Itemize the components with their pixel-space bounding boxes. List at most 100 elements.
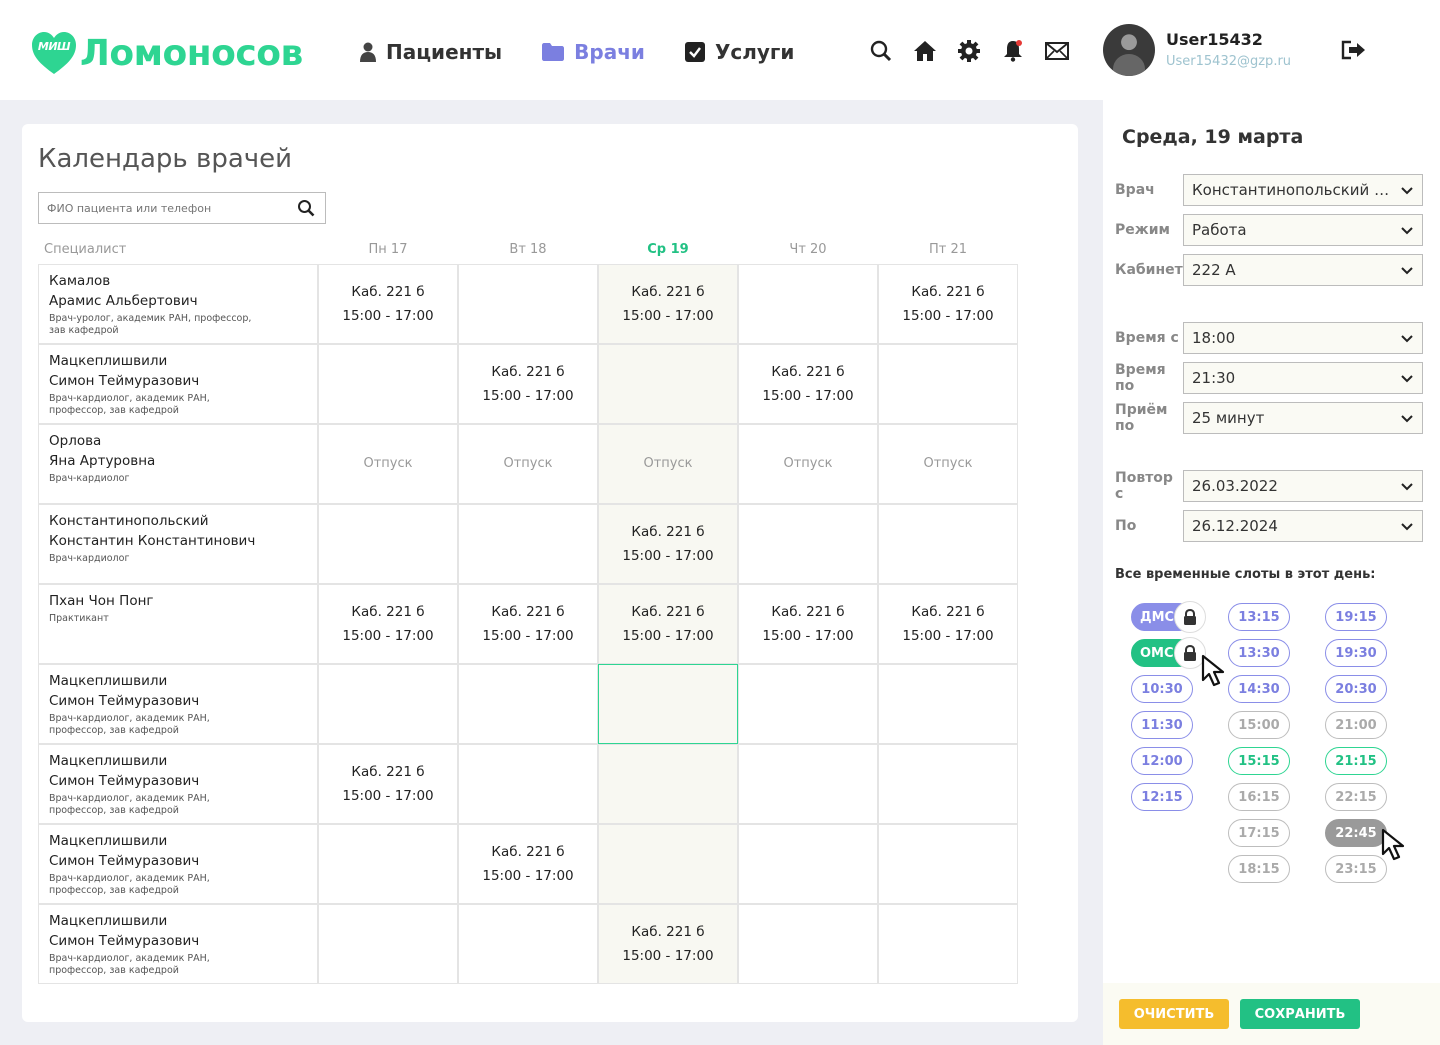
specialist-cell[interactable]: Мацкеплишвили Симон Теймуразович Врач-кар… [38, 744, 318, 824]
time-slot[interactable]: 15:15 [1228, 747, 1290, 775]
field-select[interactable]: 26.12.2024 [1183, 510, 1423, 542]
time-slot[interactable]: 18:15 [1228, 855, 1290, 883]
time-slot[interactable]: 16:15 [1228, 783, 1290, 811]
logo[interactable]: МИШ Ломоносов [30, 30, 303, 76]
field-select[interactable]: 21:30 [1183, 362, 1423, 394]
empty-cell[interactable] [458, 264, 598, 344]
schedule-cell[interactable]: Каб. 221 б 15:00 - 17:00 [878, 264, 1018, 344]
empty-cell[interactable] [878, 744, 1018, 824]
avatar[interactable] [1103, 24, 1155, 76]
empty-cell[interactable] [878, 824, 1018, 904]
empty-cell[interactable] [738, 904, 878, 984]
schedule-cell[interactable]: Каб. 221 б 15:00 - 17:00 [878, 584, 1018, 664]
specialist-cell[interactable]: Мацкеплишвили Симон Теймуразович Врач-кар… [38, 904, 318, 984]
empty-cell[interactable] [738, 504, 878, 584]
specialist-cell[interactable]: Мацкеплишвили Симон Теймуразович Врач-кар… [38, 824, 318, 904]
empty-cell[interactable] [878, 904, 1018, 984]
empty-cell[interactable] [598, 824, 738, 904]
home-icon[interactable] [912, 38, 938, 64]
schedule-cell[interactable]: Каб. 221 б 15:00 - 17:00 [318, 584, 458, 664]
field-select[interactable]: 222 А [1183, 254, 1423, 286]
vacation-cell[interactable]: Отпуск [458, 424, 598, 504]
field-select[interactable]: Константинопольский Константин [1183, 174, 1423, 206]
time-slot[interactable]: 23:15 [1325, 855, 1387, 883]
time-slot[interactable]: 15:00 [1228, 711, 1290, 739]
empty-cell[interactable] [598, 344, 738, 424]
vacation-cell[interactable]: Отпуск [878, 424, 1018, 504]
empty-cell[interactable] [878, 504, 1018, 584]
schedule-cell[interactable]: Каб. 221 б 15:00 - 17:00 [738, 584, 878, 664]
empty-cell[interactable] [458, 904, 598, 984]
schedule-cell[interactable]: Каб. 221 б 15:00 - 17:00 [458, 584, 598, 664]
empty-cell[interactable] [738, 264, 878, 344]
schedule-cell[interactable]: Каб. 221 б 15:00 - 17:00 [598, 264, 738, 344]
save-button[interactable]: СОХРАНИТЬ [1240, 999, 1360, 1029]
time-slot[interactable]: 17:15 [1228, 819, 1290, 847]
field-select[interactable]: 25 минут [1183, 402, 1423, 434]
empty-cell[interactable] [878, 664, 1018, 744]
time-slot[interactable]: 22:15 [1325, 783, 1387, 811]
time-slot[interactable]: 20:30 [1325, 675, 1387, 703]
bell-icon[interactable] [1000, 38, 1026, 64]
field-select[interactable]: Работа [1183, 214, 1423, 246]
mail-icon[interactable] [1044, 38, 1070, 64]
time-slot[interactable]: 19:30 [1325, 639, 1387, 667]
time-slot[interactable]: 22:45 [1325, 819, 1387, 847]
nav-doctors[interactable]: Врачи [542, 40, 645, 64]
lock-icon[interactable] [1174, 601, 1206, 633]
nav-services[interactable]: Услуги [684, 40, 794, 64]
specialist-cell[interactable]: Мацкеплишвили Симон Теймуразович Врач-кар… [38, 344, 318, 424]
vacation-cell[interactable]: Отпуск [598, 424, 738, 504]
empty-cell[interactable] [318, 504, 458, 584]
field-select[interactable]: 18:00 [1183, 322, 1423, 354]
empty-cell[interactable] [598, 664, 738, 744]
vacation-cell[interactable]: Отпуск [318, 424, 458, 504]
empty-cell[interactable] [738, 824, 878, 904]
nav-patients[interactable]: Пациенты [360, 40, 502, 64]
search-input[interactable] [39, 194, 289, 222]
empty-cell[interactable] [458, 504, 598, 584]
schedule-cell[interactable]: Каб. 221 б 15:00 - 17:00 [598, 904, 738, 984]
empty-cell[interactable] [458, 664, 598, 744]
time-slot[interactable]: 11:30 [1131, 711, 1193, 739]
schedule-cell[interactable]: Каб. 221 б 15:00 - 17:00 [318, 744, 458, 824]
logout-icon[interactable] [1341, 40, 1367, 64]
specialist-cell[interactable]: Орлова Яна Артуровна Врач-кардиолог [38, 424, 318, 504]
empty-cell[interactable] [738, 744, 878, 824]
time-slot[interactable]: 10:30 [1131, 675, 1193, 703]
empty-cell[interactable] [318, 344, 458, 424]
insurance-slot-tag[interactable]: ДМС [1131, 601, 1206, 633]
schedule-cell[interactable]: Каб. 221 б 15:00 - 17:00 [738, 344, 878, 424]
empty-cell[interactable] [878, 344, 1018, 424]
specialist-cell[interactable]: Мацкеплишвили Симон Теймуразович Врач-кар… [38, 664, 318, 744]
time-slot[interactable]: 13:15 [1228, 603, 1290, 631]
time-slot[interactable]: 19:15 [1325, 603, 1387, 631]
schedule-cell[interactable]: Каб. 221 б 15:00 - 17:00 [458, 344, 598, 424]
empty-cell[interactable] [318, 664, 458, 744]
search-icon[interactable] [297, 199, 315, 221]
empty-cell[interactable] [458, 744, 598, 824]
time-slot[interactable]: 14:30 [1228, 675, 1290, 703]
insurance-slot-tag[interactable]: ОМС [1131, 637, 1206, 669]
schedule-cell[interactable]: Каб. 221 б 15:00 - 17:00 [598, 584, 738, 664]
schedule-cell[interactable]: Каб. 221 б 15:00 - 17:00 [318, 264, 458, 344]
field-select[interactable]: 26.03.2022 [1183, 470, 1423, 502]
gear-icon[interactable] [956, 38, 982, 64]
vacation-cell[interactable]: Отпуск [738, 424, 878, 504]
time-slot[interactable]: 21:15 [1325, 747, 1387, 775]
schedule-cell[interactable]: Каб. 221 б 15:00 - 17:00 [458, 824, 598, 904]
specialist-cell[interactable]: Пхан Чон Понг Практикант [38, 584, 318, 664]
specialist-cell[interactable]: Камалов Арамис Альбертович Врач-уролог, а… [38, 264, 318, 344]
time-slot[interactable]: 13:30 [1228, 639, 1290, 667]
search-icon[interactable] [868, 38, 894, 64]
specialist-cell[interactable]: Константинопольский Константин Константи… [38, 504, 318, 584]
clear-button[interactable]: ОЧИСТИТЬ [1119, 999, 1229, 1029]
empty-cell[interactable] [738, 664, 878, 744]
time-slot[interactable]: 12:00 [1131, 747, 1193, 775]
empty-cell[interactable] [318, 904, 458, 984]
empty-cell[interactable] [318, 824, 458, 904]
empty-cell[interactable] [598, 744, 738, 824]
schedule-cell[interactable]: Каб. 221 б 15:00 - 17:00 [598, 504, 738, 584]
time-slot[interactable]: 12:15 [1131, 783, 1193, 811]
time-slot[interactable]: 21:00 [1325, 711, 1387, 739]
